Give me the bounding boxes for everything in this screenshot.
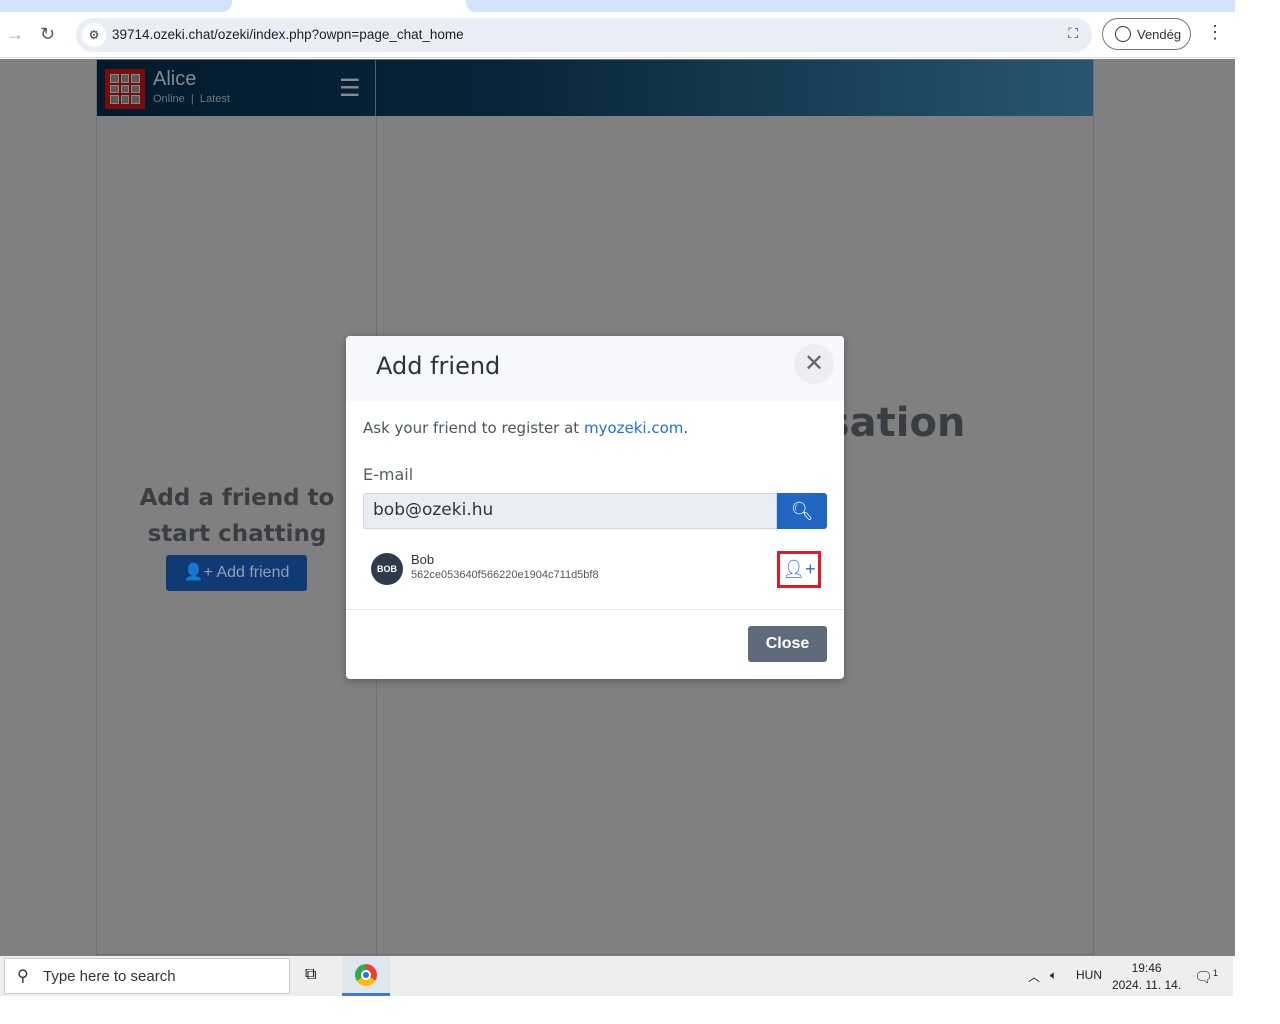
translate-icon[interactable]: ⛶ [1068,25,1078,42]
task-view-icon[interactable]: ⧉ [305,966,316,984]
date: 2024. 11. 14. [1112,978,1182,992]
result-name: Bob [411,552,435,567]
user-status: Online | Latest [153,93,230,105]
volume-icon[interactable]: 🔈︎ [1050,968,1057,983]
tab[interactable] [466,0,1235,12]
tray-chevron-icon[interactable]: ︿ [1028,968,1040,985]
add-friend-button[interactable]: 👤+ Add friend [166,555,307,591]
hint-end: . [683,419,689,437]
add-contact-button[interactable]: 👤︎+ [777,551,821,588]
language-indicator[interactable]: HUN [1076,968,1102,982]
hint-text: Ask your friend to register at [363,419,584,437]
search-button[interactable]: 🔍︎ [777,493,827,529]
tab-strip [0,0,1235,12]
result-id: 562ce053640f566220e1904c711d5bf8 [411,569,599,581]
separator: | [190,93,194,105]
forward-icon[interactable]: → [6,24,24,45]
url-text[interactable]: 39714.ozeki.chat/ozeki/index.php?owpn=pa… [112,27,464,42]
site-settings-icon[interactable]: ⚙ [82,23,106,47]
email-label: E-mail [363,465,414,484]
add-friend-label: Add friend [216,564,290,581]
add-friend-modal: Add friend ✕ Ask your friend to register… [346,336,844,679]
close-icon[interactable]: ✕ [794,344,834,384]
search-icon: 🔍︎ [790,501,814,521]
taskbar: ⚲ Type here to search ⧉ ︿ 🔈︎ HUN 19:46 202… [0,956,1233,996]
sidebar-header: Alice Online | Latest ☰ [97,60,376,116]
profile-label: Vendég [1137,27,1182,42]
avatar: BOB [371,553,403,585]
app-header: Alice Online | Latest ☰ [97,60,1093,116]
modal-footer-divider [346,609,844,610]
browser-toolbar: → ↻ ⚙ 39714.ozeki.chat/ozeki/index.php?o… [0,12,1235,58]
modal-title: Add friend [376,352,501,380]
reload-icon[interactable]: ↻ [40,24,55,45]
email-field[interactable]: bob@ozeki.hu [363,493,777,529]
chrome-taskbar-button[interactable] [342,956,390,996]
empty-sidebar-text: Add a friend to start chatting [139,485,335,547]
profile-icon [1115,26,1131,42]
status-online[interactable]: Online [153,93,185,105]
register-hint: Ask your friend to register at myozeki.c… [363,419,688,437]
user-plus-icon: 👤︎+ [782,559,816,579]
latest-link[interactable]: Latest [200,93,230,105]
myozeki-link[interactable]: myozeki.com [584,419,683,437]
notification-icon[interactable]: 🗨︎1 [1194,968,1218,986]
time: 19:46 [1131,961,1162,975]
chrome-icon [355,964,377,986]
hamburger-menu-icon[interactable]: ☰ [339,74,361,103]
more-menu-icon[interactable]: ⋮ [1206,22,1224,43]
user-name: Alice [153,68,197,90]
ozeki-logo [105,69,145,109]
search-placeholder: Type here to search [43,968,176,985]
modal-header: Add friend ✕ [346,336,844,401]
close-button[interactable]: Close [748,626,827,662]
address-bar[interactable]: ⚙ 39714.ozeki.chat/ozeki/index.php?owpn=… [76,18,1092,52]
taskbar-search-input[interactable]: ⚲ Type here to search [4,958,290,994]
tab[interactable] [0,0,232,12]
clock[interactable]: 19:46 2024. 11. 14. [1112,960,1181,994]
search-icon: ⚲ [17,968,29,985]
notification-count: 1 [1213,968,1219,978]
profile-button[interactable]: Vendég [1102,18,1191,50]
user-plus-icon: 👤+ [183,564,213,581]
